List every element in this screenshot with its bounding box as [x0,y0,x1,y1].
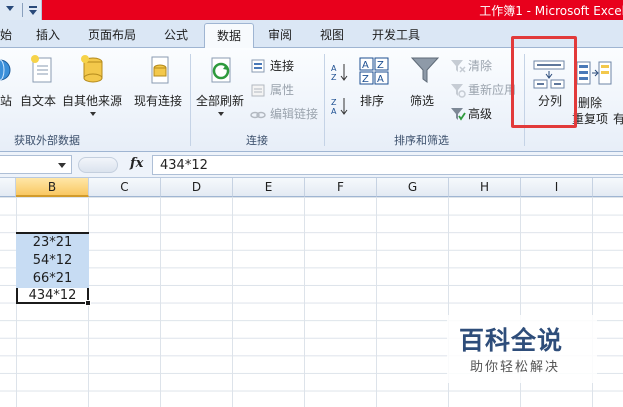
tab-formulas[interactable]: 公式 [164,26,188,43]
formula-bar: fx 434*12 [0,152,623,178]
cell-b3[interactable]: 66*21 [16,270,89,288]
watermark-subtitle: 助你轻松解决 [470,360,561,375]
advanced-filter-button[interactable]: 高级 [450,104,492,124]
sort-za-icon: Z A [331,98,348,116]
database-icon [81,55,103,83]
column-header-f[interactable]: F [305,178,377,197]
properties-button[interactable]: 属性 [250,80,294,100]
clear-button[interactable]: 清除 [450,56,492,76]
connections-icon [251,59,265,73]
group-separator [324,54,325,146]
chevron-down-icon[interactable] [58,163,66,168]
sort-dialog-icon: A Z Z A [359,57,389,85]
formula-bar-splitter[interactable] [78,157,118,173]
tab-review[interactable]: 审阅 [268,26,292,43]
fill-handle[interactable] [85,300,91,306]
funnel-icon [410,57,440,83]
tab-insert[interactable]: 插入 [36,26,60,43]
sort-az-icon: A Z [331,64,348,82]
text-file-icon [31,55,52,83]
cell-b4[interactable]: 434*12 [16,287,89,305]
column-header-g[interactable]: G [377,178,449,197]
column-header-partial[interactable] [593,178,623,197]
svg-text:A: A [331,107,337,116]
column-header-b[interactable]: B [16,178,89,197]
edit-links-button[interactable]: 编辑链接 [250,104,318,124]
globe-icon [0,59,11,81]
column-header-e[interactable]: E [233,178,305,197]
quick-access-toolbar [0,0,42,20]
column-header-h[interactable]: H [449,178,521,197]
existing-connections-icon [151,56,169,84]
column-header-partial[interactable] [0,178,16,197]
window-title: 工作簿1 - Microsoft Excel [479,4,623,18]
advanced-filter-icon [451,108,466,121]
highlight-box [511,36,577,128]
column-header-c[interactable]: C [89,178,161,197]
dropdown-arrow-icon [90,112,96,116]
cell-b2[interactable]: 54*12 [16,252,89,270]
svg-text:Z: Z [331,73,337,82]
reapply-button[interactable]: 重新应用 [450,80,516,100]
connections-button[interactable]: 连接 [250,56,294,76]
watermark-title: 百科全说 [459,326,564,355]
svg-text:Z: Z [331,98,337,107]
tab-page-layout[interactable]: 页面布局 [88,26,136,43]
svg-text:A: A [377,74,384,85]
dropdown-arrow-icon [218,112,224,116]
group-separator [190,54,191,146]
formula-input[interactable]: 434*12 [152,155,623,175]
qat-separator [22,3,23,17]
column-header-d[interactable]: D [161,178,233,197]
title-bar: 工作簿1 - Microsoft Excel [0,0,623,20]
tab-home[interactable]: 始 [0,26,12,43]
clear-filter-icon [451,60,466,73]
link-icon [250,111,266,119]
name-box[interactable] [0,155,72,174]
group-label-connections: 连接 [246,134,268,147]
svg-text:Z: Z [362,74,369,85]
tab-developer[interactable]: 开发工具 [372,26,420,43]
svg-text:A: A [362,60,369,71]
cell-b1[interactable]: 23*21 [16,234,89,252]
tab-data[interactable]: 数据 [204,23,255,49]
group-label-sort-filter: 排序和筛选 [394,134,449,147]
tab-view[interactable]: 视图 [320,26,344,43]
column-header-i[interactable]: I [521,178,593,197]
properties-icon [251,84,265,97]
refresh-icon [211,57,231,83]
customize-qat-icon[interactable] [29,4,37,16]
reapply-icon [451,84,466,98]
svg-text:Z: Z [377,60,384,71]
svg-text:A: A [331,64,337,73]
dropdown-arrow-icon[interactable] [6,6,14,11]
group-label-get-external-data: 获取外部数据 [14,134,80,147]
data-validation-label-cut[interactable]: 有 [613,110,623,127]
remove-duplicates-icon [576,61,612,85]
insert-function-icon[interactable]: fx [130,156,143,171]
